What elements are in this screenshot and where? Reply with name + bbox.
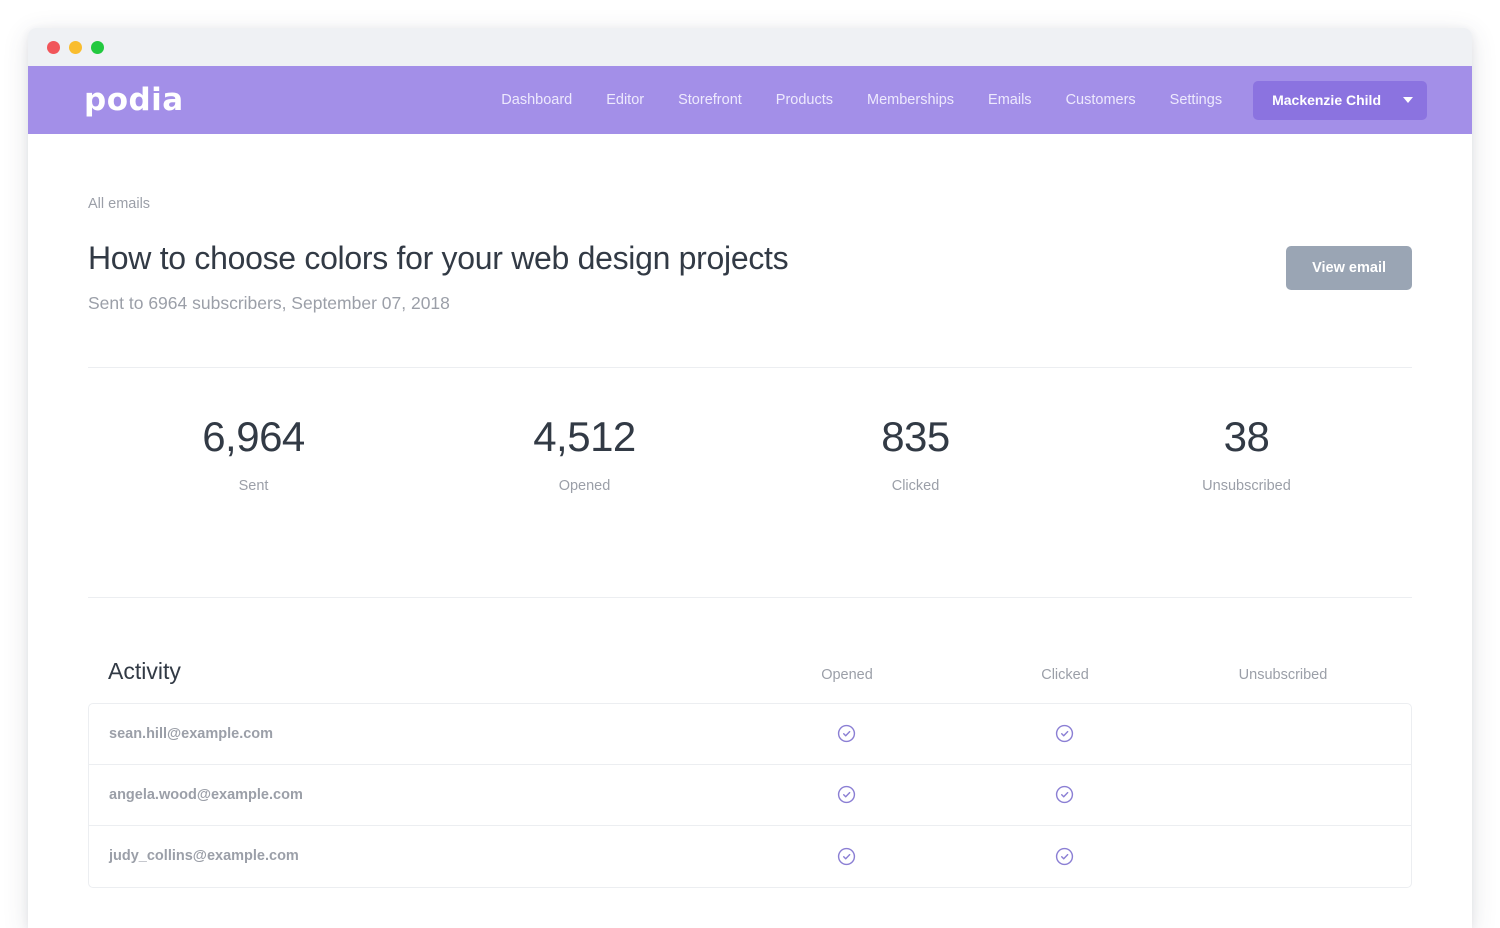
- row-email: judy_collins@example.com: [109, 848, 299, 865]
- cell-opened: [737, 785, 955, 804]
- account-menu-button[interactable]: Mackenzie Child: [1253, 80, 1427, 120]
- row-email: sean.hill@example.com: [109, 725, 274, 742]
- stat-value: 4,512: [533, 412, 636, 460]
- stat-label: Sent: [238, 477, 269, 494]
- browser-window: podia Dashboard Editor Storefront Produc…: [28, 28, 1472, 928]
- close-window-button[interactable]: [47, 40, 60, 54]
- activity-title: Activity: [108, 657, 181, 684]
- column-header-clicked: Clicked: [1041, 666, 1089, 683]
- page-title: How to choose colors for your web design…: [88, 240, 789, 276]
- nav-item-customers[interactable]: Customers: [1049, 84, 1153, 116]
- check-circle-icon: [837, 725, 855, 743]
- stats-row: 6,964 Sent 4,512 Opened 835 Clicked 38 U…: [88, 368, 1412, 544]
- stat-unsubscribed: 38 Unsubscribed: [1081, 412, 1412, 494]
- app-header: podia Dashboard Editor Storefront Produc…: [28, 66, 1472, 134]
- nav-item-memberships[interactable]: Memberships: [850, 84, 971, 116]
- table-row[interactable]: sean.hill@example.com: [89, 704, 1411, 765]
- stat-sent: 6,964 Sent: [88, 412, 419, 494]
- check-circle-icon: [1055, 725, 1073, 743]
- cell-clicked: [955, 847, 1173, 866]
- column-header-unsubscribed: Unsubscribed: [1238, 666, 1328, 683]
- column-header-opened: Opened: [821, 666, 873, 683]
- stat-value: 6,964: [202, 412, 305, 460]
- nav-item-editor[interactable]: Editor: [589, 84, 661, 116]
- page-content: All emails How to choose colors for your…: [28, 196, 1472, 888]
- nav-item-settings[interactable]: Settings: [1153, 84, 1239, 116]
- stat-label: Unsubscribed: [1202, 477, 1291, 494]
- cell-clicked: [955, 724, 1173, 743]
- chevron-down-icon: [1403, 97, 1413, 103]
- page-header-text: How to choose colors for your web design…: [88, 240, 789, 314]
- stat-label: Opened: [558, 477, 611, 494]
- stat-opened: 4,512 Opened: [419, 412, 750, 494]
- nav-item-dashboard[interactable]: Dashboard: [484, 84, 589, 116]
- cell-opened: [737, 724, 955, 743]
- breadcrumb-all-emails[interactable]: All emails: [88, 196, 1412, 212]
- cell-clicked: [955, 785, 1173, 804]
- browser-titlebar: [28, 28, 1472, 66]
- divider-bottom: [88, 596, 1412, 598]
- check-circle-icon: [1055, 847, 1073, 865]
- minimize-window-button[interactable]: [69, 40, 82, 54]
- check-circle-icon: [837, 847, 855, 865]
- view-email-button[interactable]: View email: [1286, 246, 1412, 290]
- table-row[interactable]: judy_collins@example.com: [89, 826, 1411, 887]
- podia-logo[interactable]: podia: [84, 84, 184, 116]
- nav-item-emails[interactable]: Emails: [971, 84, 1049, 116]
- maximize-window-button[interactable]: [91, 40, 104, 54]
- row-email: angela.wood@example.com: [109, 786, 303, 803]
- activity-table: sean.hill@example.com angela.wood@exampl…: [88, 702, 1412, 888]
- check-circle-icon: [1055, 786, 1073, 804]
- page-subtitle: Sent to 6964 subscribers, September 07, …: [88, 292, 450, 313]
- stat-value: 38: [1223, 412, 1270, 460]
- table-row[interactable]: angela.wood@example.com: [89, 765, 1411, 826]
- stat-clicked: 835 Clicked: [750, 412, 1081, 494]
- main-nav: Dashboard Editor Storefront Products Mem…: [484, 80, 1427, 120]
- stat-label: Clicked: [891, 477, 940, 494]
- account-name: Mackenzie Child: [1272, 92, 1381, 108]
- cell-opened: [737, 847, 955, 866]
- stat-value: 835: [881, 412, 950, 460]
- page-header-row: How to choose colors for your web design…: [88, 240, 1412, 314]
- nav-item-products[interactable]: Products: [759, 84, 850, 116]
- nav-item-storefront[interactable]: Storefront: [661, 84, 759, 116]
- check-circle-icon: [837, 786, 855, 804]
- activity-header: Activity Opened Clicked Unsubscribed: [88, 658, 1412, 685]
